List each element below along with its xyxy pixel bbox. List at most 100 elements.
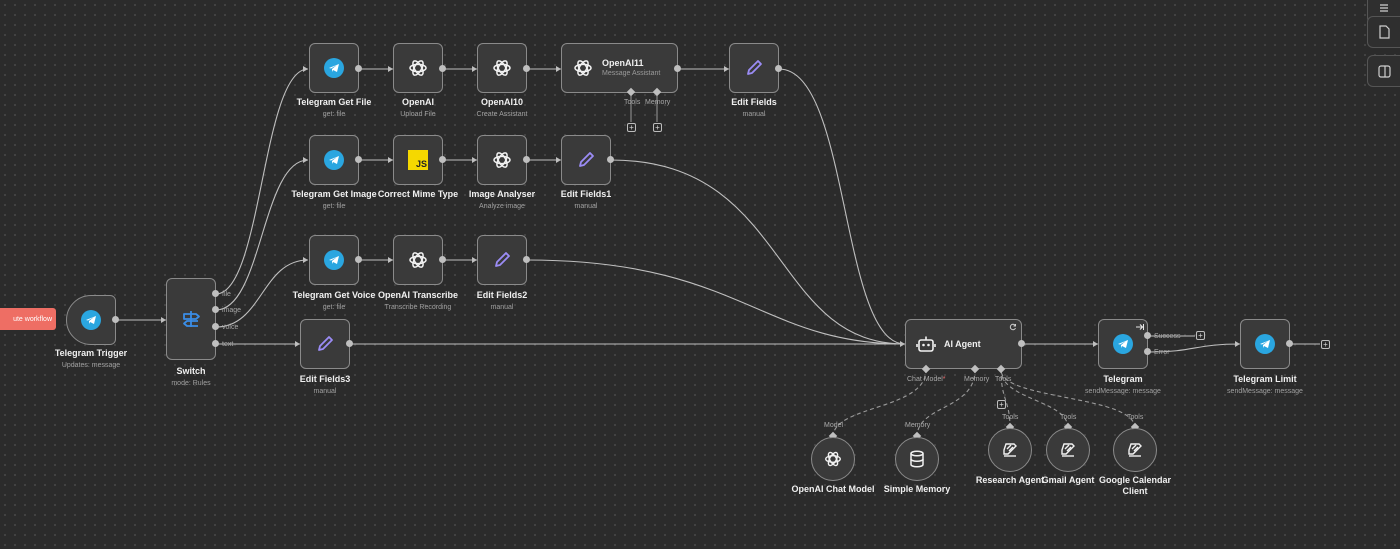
output-handle[interactable] xyxy=(1144,332,1151,339)
node-switch[interactable] xyxy=(166,278,216,360)
edge-edit2-agent xyxy=(526,259,906,345)
database-icon xyxy=(910,450,924,468)
openai-icon xyxy=(825,451,841,467)
tools-port-label: Tools xyxy=(1127,414,1144,421)
node-telegram-get-voice[interactable] xyxy=(309,235,359,285)
node-openai[interactable] xyxy=(393,43,443,93)
node-label: OpenAI10 Create Assistant xyxy=(476,97,528,118)
node-research-agent[interactable] xyxy=(988,428,1032,472)
node-correct-mime-type[interactable]: JS xyxy=(393,135,443,185)
edge-switch-image xyxy=(215,159,309,311)
openai11-memory-port: Memory xyxy=(645,99,671,106)
output-handle[interactable] xyxy=(1286,340,1293,347)
node-label: Edit Fields2 manual xyxy=(476,290,528,311)
node-telegram[interactable] xyxy=(1098,319,1148,369)
ai-agent-memory-port: Memory xyxy=(964,376,990,383)
node-openai11[interactable]: OpenAI11 Message Assistant xyxy=(561,43,678,93)
tools-port-label: Tools xyxy=(1002,414,1019,421)
output-handle[interactable] xyxy=(523,156,530,163)
output-handle[interactable] xyxy=(439,156,446,163)
switch-output-file: file xyxy=(222,291,231,298)
node-telegram-get-image[interactable] xyxy=(309,135,359,185)
add-memory-button[interactable]: + xyxy=(653,123,662,132)
node-label: Edit Fields manual xyxy=(731,97,777,118)
output-handle[interactable] xyxy=(1144,348,1151,355)
node-telegram-limit[interactable] xyxy=(1240,319,1290,369)
node-openai-chat-model[interactable] xyxy=(811,437,855,481)
node-simple-memory[interactable] xyxy=(895,437,939,481)
robot-icon xyxy=(916,336,936,352)
openai11-tools-port: Tools xyxy=(624,99,641,106)
tool-agent-icon xyxy=(1061,443,1075,457)
node-openai-transcribe[interactable] xyxy=(393,235,443,285)
output-handle[interactable] xyxy=(355,256,362,263)
arrow-right-icon xyxy=(1136,324,1144,330)
pencil-icon xyxy=(579,152,594,167)
node-edit-fields1[interactable] xyxy=(561,135,611,185)
node-label: Switch mode: Rules xyxy=(171,366,211,387)
openai-icon xyxy=(493,60,511,76)
ai-agent-tools-port: Tools xyxy=(995,376,1012,383)
execute-workflow-button[interactable]: ute workflow xyxy=(0,308,56,330)
openai-icon xyxy=(409,60,427,76)
add-tool-button[interactable]: + xyxy=(997,400,1006,409)
telegram-icon xyxy=(81,310,101,330)
output-handle[interactable] xyxy=(212,340,219,347)
node-subtitle: Message Assistant xyxy=(602,70,661,77)
output-handle[interactable] xyxy=(523,256,530,263)
telegram-icon xyxy=(324,150,344,170)
tool-agent-icon xyxy=(1003,443,1017,457)
node-label: Telegram sendMessage: message xyxy=(1085,374,1161,395)
node-google-calendar-client[interactable] xyxy=(1113,428,1157,472)
output-handle[interactable] xyxy=(523,65,530,72)
add-node-button[interactable]: + xyxy=(1321,340,1330,349)
openai-icon xyxy=(493,152,511,168)
ai-agent-chat-model-port: Chat Model* xyxy=(907,376,946,383)
connections-layer xyxy=(116,66,1320,438)
sticky-note-icon xyxy=(1379,25,1390,39)
node-edit-fields2[interactable] xyxy=(477,235,527,285)
node-edit-fields3[interactable] xyxy=(300,319,350,369)
signpost-icon xyxy=(183,311,200,327)
refresh-icon xyxy=(1009,323,1016,331)
panel-toggle-button[interactable] xyxy=(1367,55,1400,87)
node-edit-fields[interactable] xyxy=(729,43,779,93)
pencil-icon xyxy=(495,252,510,267)
output-handle[interactable] xyxy=(355,65,362,72)
node-openai10[interactable] xyxy=(477,43,527,93)
telegram-icon xyxy=(324,58,344,78)
node-telegram-trigger[interactable] xyxy=(66,295,116,345)
pencil-icon xyxy=(747,60,762,75)
menu-icon xyxy=(1380,4,1388,12)
node-ai-agent[interactable]: AI Agent xyxy=(905,319,1022,369)
output-handle[interactable] xyxy=(775,65,782,72)
output-handle[interactable] xyxy=(1018,340,1025,347)
tool-agent-icon xyxy=(1128,443,1142,457)
node-telegram-get-file[interactable] xyxy=(309,43,359,93)
add-node-button[interactable]: + xyxy=(1196,331,1205,340)
memory-port-label: Memory xyxy=(905,422,931,429)
output-handle[interactable] xyxy=(212,290,219,297)
add-tool-button[interactable]: + xyxy=(627,123,636,132)
node-title: OpenAI11 xyxy=(602,58,644,68)
output-handle[interactable] xyxy=(355,156,362,163)
output-handle[interactable] xyxy=(112,316,119,323)
node-label: Telegram Limit sendMessage: message xyxy=(1227,374,1303,395)
output-handle[interactable] xyxy=(439,256,446,263)
sticky-note-button[interactable] xyxy=(1367,16,1400,48)
output-handle[interactable] xyxy=(212,306,219,313)
output-handle[interactable] xyxy=(439,65,446,72)
telegram-icon xyxy=(324,250,344,270)
output-handle[interactable] xyxy=(346,340,353,347)
edge-edit1-agent xyxy=(610,159,906,345)
output-handle[interactable] xyxy=(607,156,614,163)
node-gmail-agent[interactable] xyxy=(1046,428,1090,472)
node-label: Edit Fields3 manual xyxy=(299,374,351,395)
output-handle[interactable] xyxy=(212,323,219,330)
telegram-icon xyxy=(1255,334,1275,354)
switch-output-voice: voice xyxy=(222,324,239,331)
openai-icon xyxy=(574,60,592,76)
pencil-icon xyxy=(318,336,333,351)
output-handle[interactable] xyxy=(674,65,681,72)
node-image-analyser[interactable] xyxy=(477,135,527,185)
